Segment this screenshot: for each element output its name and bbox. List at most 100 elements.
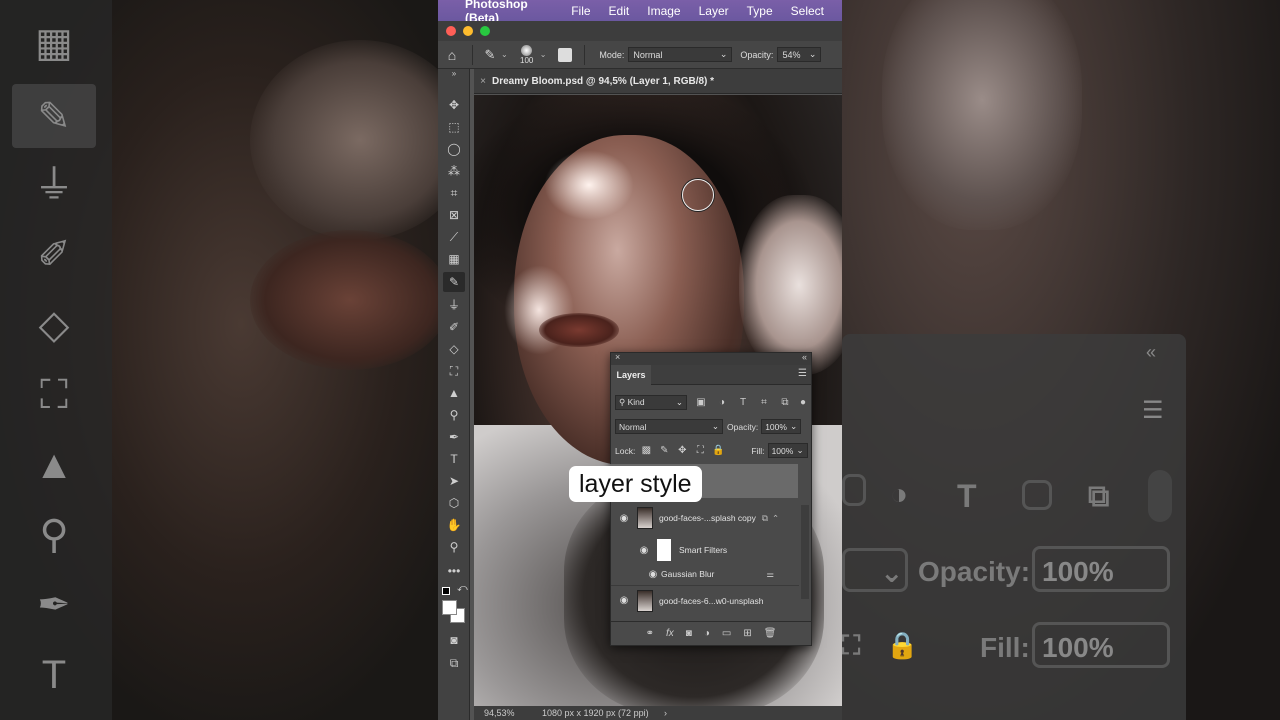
chevron-right-icon[interactable]: › — [664, 708, 667, 718]
layers-scrollbar[interactable] — [801, 505, 809, 599]
blend-row: Normal ⌄ Opacity: 100% ⌄ — [615, 419, 802, 434]
delete-layer-icon[interactable]: 🗑 — [764, 628, 777, 639]
pixel-filter-icon[interactable]: ▣ — [694, 396, 708, 410]
link-layers-icon[interactable]: ⚭ — [646, 628, 654, 639]
visibility-eye-icon[interactable]: ◉ — [611, 595, 637, 606]
filter-kind-label: Kind — [627, 397, 645, 407]
chevron-down-icon[interactable]: ⌄ — [540, 50, 547, 59]
add-mask-icon[interactable]: ◙ — [686, 628, 692, 639]
lock-pixels-icon[interactable]: ✎ — [657, 444, 671, 458]
lock-all-icon[interactable]: 🔒 — [711, 444, 725, 458]
group-folder-icon[interactable]: ▭ — [722, 628, 731, 639]
lock-artboard-icon[interactable]: ⛶ — [693, 444, 707, 458]
smart-filters-row[interactable]: ◉ Smart Filters — [611, 535, 799, 565]
type-filter-icon: T — [957, 478, 977, 514]
menu-file[interactable]: File — [571, 4, 590, 18]
blur-tool-icon[interactable]: ▲ — [443, 383, 465, 403]
visibility-eye-icon[interactable]: ◉ — [645, 569, 661, 580]
pen-tool-icon[interactable]: ✒ — [443, 427, 465, 447]
menu-select[interactable]: Select — [791, 4, 824, 18]
opacity-label: Opacity: — [740, 49, 774, 60]
menu-layer[interactable]: Layer — [699, 4, 729, 18]
swap-colors-icon[interactable]: ⤺ — [457, 583, 468, 594]
layer-opacity-field[interactable]: 100% ⌄ — [761, 419, 802, 434]
zoom-tool-icon[interactable]: ⚲ — [443, 537, 465, 557]
shape-filter-icon[interactable]: ⌗ — [757, 396, 771, 410]
chevron-down-icon[interactable]: ⌄ — [501, 50, 508, 59]
filter-kind-select[interactable]: ⚲ Kind ⌄ — [615, 395, 687, 410]
move-tool-icon[interactable]: ✥ — [443, 95, 465, 115]
foreground-color-swatch[interactable] — [442, 600, 457, 615]
minimize-window-button[interactable] — [463, 26, 473, 36]
zoom-level[interactable]: 94,53% — [474, 708, 534, 718]
frame-tool-icon[interactable]: ⊠ — [443, 205, 465, 225]
brush-settings-icon[interactable] — [558, 47, 573, 62]
more-tools-icon[interactable]: ••• — [443, 561, 465, 581]
screen-mode-icon[interactable]: ⧉ — [443, 653, 465, 673]
layer-row[interactable]: ◉ good-faces-...splash copy ⧉ ⌃ — [611, 503, 799, 533]
brush-size-picker[interactable]: 100 — [514, 44, 540, 65]
brush-preset-icon[interactable]: ✎ — [479, 47, 501, 63]
quick-mask-icon[interactable]: ◙ — [443, 630, 465, 650]
close-panel-icon[interactable]: × — [615, 352, 620, 362]
document-tab-title[interactable]: Dreamy Bloom.psd @ 94,5% (Layer 1, RGB/8… — [492, 76, 714, 87]
shape-tool-icon[interactable]: ⬡ — [443, 493, 465, 513]
crop-tool-icon[interactable]: ⌗ — [443, 183, 465, 203]
adjustment-filter-icon[interactable]: ◑ — [715, 396, 729, 410]
clone-stamp-tool-icon[interactable]: ⏚ — [443, 295, 465, 315]
adjustment-layer-icon[interactable]: ◑ — [704, 628, 710, 639]
menu-edit[interactable]: Edit — [609, 4, 630, 18]
dodge-tool-icon[interactable]: ⚲ — [443, 405, 465, 425]
mode-label: Mode: — [599, 49, 625, 60]
layer-style-icon[interactable]: fx — [666, 628, 674, 639]
expand-toolbar-icon[interactable]: » — [443, 69, 465, 79]
path-selection-tool-icon[interactable]: ➤ — [443, 471, 465, 491]
visibility-eye-icon[interactable]: ◉ — [611, 513, 637, 524]
quick-selection-tool-icon[interactable]: ⁂ — [443, 161, 465, 181]
hand-tool-icon[interactable]: ✋ — [443, 515, 465, 535]
history-brush-tool-icon[interactable]: ✐ — [443, 317, 465, 337]
eraser-icon: ◇ — [38, 303, 70, 347]
zoomed-fill-value: 100% — [1042, 632, 1114, 663]
lasso-tool-icon[interactable]: ◯ — [443, 139, 465, 159]
menu-type[interactable]: Type — [747, 4, 773, 18]
fill-field[interactable]: 100% ⌄ — [767, 443, 808, 458]
lock-transparency-icon[interactable]: ▩ — [639, 444, 653, 458]
lock-position-icon[interactable]: ✥ — [675, 444, 689, 458]
collapse-effects-icon[interactable]: ⌃ — [772, 513, 779, 524]
panel-menu-icon[interactable]: ☰ — [798, 368, 807, 379]
filter-toggle-icon[interactable]: ● — [796, 396, 810, 410]
collapse-panel-icon[interactable]: « — [802, 352, 807, 362]
eraser-tool-icon[interactable]: ◇ — [443, 339, 465, 359]
opacity-field[interactable]: 54% ⌄ — [777, 47, 822, 62]
blend-mode-select[interactable]: Normal ⌄ — [615, 419, 723, 434]
menu-image[interactable]: Image — [647, 4, 680, 18]
close-tab-icon[interactable]: × — [474, 76, 492, 87]
video-caption: layer style — [569, 466, 702, 502]
healing-tool-icon[interactable]: ▦ — [443, 249, 465, 269]
blurred-hand-detail — [882, 0, 1082, 230]
new-layer-icon[interactable]: ⊞ — [743, 628, 751, 639]
type-tool-icon[interactable]: T — [443, 449, 465, 469]
default-colors-icon[interactable] — [442, 587, 450, 595]
layer-row[interactable]: ◉ good-faces-6...w0-unsplash — [611, 585, 799, 615]
smartobject-filter-icon[interactable]: ⧉ — [778, 396, 792, 410]
chevron-down-icon: ⌄ — [808, 49, 817, 59]
brush-tool-icon[interactable]: ✎ — [443, 272, 465, 292]
filter-effect-row[interactable]: ◉ Gaussian Blur ⚌ — [611, 565, 799, 583]
marquee-tool-icon[interactable]: ⬚ — [443, 117, 465, 137]
type-filter-icon[interactable]: T — [736, 396, 750, 410]
visibility-eye-icon[interactable]: ◉ — [631, 545, 657, 556]
tools-panel: » ✥ ⬚ ◯ ⁂ ⌗ ⊠ ⟋ ▦ ✎ ⏚ ✐ ◇ ⛶ ▲ ⚲ ✒ T ➤ ⬡ … — [438, 69, 470, 720]
type-icon: T — [41, 653, 67, 697]
eyedropper-tool-icon[interactable]: ⟋ — [443, 227, 465, 247]
close-window-button[interactable] — [446, 26, 456, 36]
layer-filter-row: ⚲ Kind ⌄ ▣ ◑ T ⌗ ⧉ ● — [615, 395, 810, 410]
home-icon[interactable]: ⌂ — [438, 47, 466, 63]
mode-select[interactable]: Normal ⌄ — [628, 47, 733, 62]
document-dimensions: 1080 px x 1920 px (72 ppi) — [542, 708, 649, 718]
tab-layers[interactable]: Layers — [611, 365, 651, 385]
filter-blending-options-icon[interactable]: ⚌ — [766, 569, 774, 580]
zoom-window-button[interactable] — [480, 26, 490, 36]
paint-bucket-tool-icon[interactable]: ⛶ — [443, 361, 465, 381]
